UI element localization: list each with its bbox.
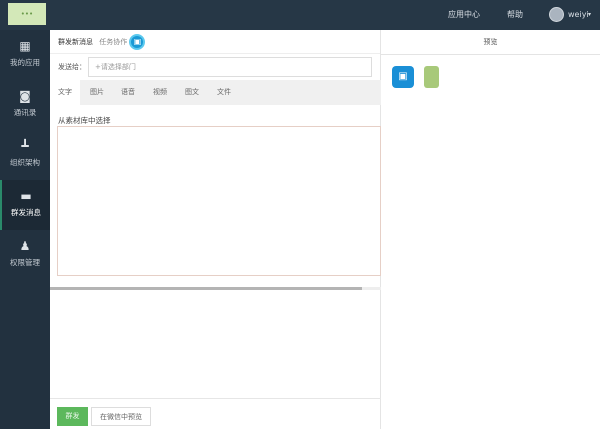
app-name: 任务协作	[99, 38, 128, 46]
tab-voice[interactable]: 语音	[121, 80, 135, 105]
sidebar-item-label: 通讯录	[13, 108, 37, 117]
sidebar: ▦ 我的应用 ◙ 通讯录 ┻ 组织架构 ▬ 群发消息 ♟ 权限管理	[0, 30, 50, 429]
tab-file[interactable]: 文件	[217, 80, 231, 105]
preview-panel: 预览 ▣	[381, 30, 600, 429]
sidebar-item-contacts[interactable]: ◙ 通讯录	[0, 80, 50, 130]
sidebar-item-my-apps[interactable]: ▦ 我的应用	[0, 30, 50, 80]
compose-header: 群发新消息 任务协作 ▣	[50, 30, 380, 54]
tab-news[interactable]: 图文	[185, 80, 199, 105]
preview-title: 预览	[381, 30, 600, 55]
avatar[interactable]	[549, 7, 564, 22]
department-select-input[interactable]: +请选择部门	[88, 57, 372, 77]
chevron-down-icon[interactable]: ▾	[588, 0, 591, 30]
select-from-library-link[interactable]: 从素材库中选择	[58, 115, 111, 126]
app-center-link[interactable]: 应用中心	[448, 0, 480, 30]
contacts-icon: ◙	[19, 89, 31, 103]
send-to-label: 发送给：	[58, 63, 86, 71]
org-chart-icon: ┻	[21, 139, 29, 153]
sidebar-item-broadcast[interactable]: ▬ 群发消息	[0, 180, 50, 230]
sidebar-item-org[interactable]: ┻ 组织架构	[0, 130, 50, 180]
preview-in-wechat-button[interactable]: 在微信中预览	[91, 407, 151, 426]
horizontal-scrollbar-thumb[interactable]	[50, 287, 362, 290]
message-icon: ▬	[20, 189, 32, 203]
sidebar-item-label: 我的应用	[10, 58, 40, 67]
message-textarea[interactable]	[57, 126, 381, 276]
user-menu[interactable]: weiyi	[568, 0, 589, 30]
app-icon: ▣	[129, 34, 146, 50]
sidebar-item-permissions[interactable]: ♟ 权限管理	[0, 230, 50, 280]
tab-text[interactable]: 文字	[50, 80, 80, 105]
sidebar-item-label: 组织架构	[10, 158, 40, 167]
horizontal-scrollbar-track[interactable]	[362, 287, 381, 290]
send-button[interactable]: 群发	[57, 407, 88, 426]
top-bar: ••• 应用中心 帮助 weiyi ▾	[0, 0, 600, 30]
tab-image[interactable]: 图片	[90, 80, 104, 105]
grid-icon: ▦	[19, 39, 31, 53]
message-type-tabs: 文字 图片 语音 视频 图文 文件	[50, 80, 381, 105]
divider	[50, 398, 381, 399]
help-link[interactable]: 帮助	[507, 0, 523, 30]
compose-panel: 群发新消息 任务协作 ▣ 发送给： +请选择部门 文字 图片 语音 视频 图文 …	[50, 30, 381, 429]
app-icon: ▣	[392, 66, 414, 88]
sidebar-item-label: 群发消息	[11, 208, 41, 217]
user-gear-icon: ♟	[19, 239, 31, 253]
sidebar-item-label: 权限管理	[10, 258, 40, 267]
page-title: 群发新消息	[58, 38, 93, 46]
message-bubble	[424, 66, 439, 88]
tab-video[interactable]: 视频	[153, 80, 167, 105]
logo[interactable]: •••	[8, 3, 46, 25]
